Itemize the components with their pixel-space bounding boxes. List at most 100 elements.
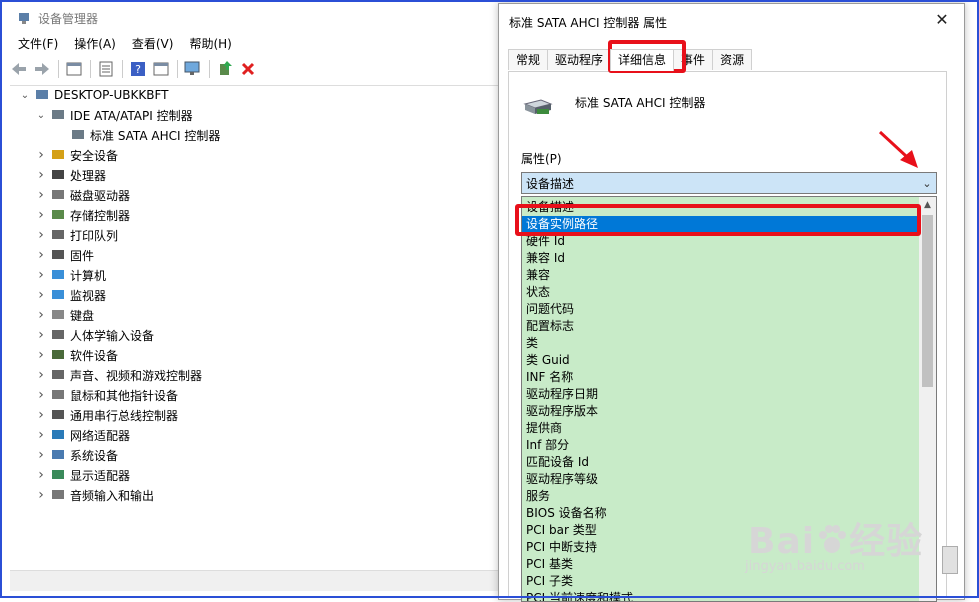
dropdown-option[interactable]: 类: [526, 335, 538, 352]
help-icon[interactable]: ?: [129, 60, 147, 78]
expand-arrow-icon[interactable]: ›: [34, 247, 48, 263]
collapse-arrow-icon[interactable]: ⌄: [18, 90, 32, 101]
dropdown-option[interactable]: 状态: [526, 284, 550, 301]
red-arrow-icon: [878, 130, 918, 168]
tree-node[interactable]: › 固件: [34, 245, 94, 265]
dropdown-option[interactable]: 问题代码: [526, 301, 574, 318]
scroll-up-icon[interactable]: ▲: [919, 197, 936, 214]
expand-arrow-icon[interactable]: ›: [34, 467, 48, 483]
expand-arrow-icon[interactable]: ›: [34, 267, 48, 283]
dropdown-option[interactable]: PCI 子类: [526, 573, 573, 590]
tree-node[interactable]: › 键盘: [34, 305, 94, 325]
toolbar-divider: [122, 60, 123, 78]
tree-node[interactable]: › 通用串行总线控制器: [34, 405, 178, 425]
expand-arrow-icon[interactable]: ›: [34, 447, 48, 463]
window-title-text: 设备管理器: [38, 11, 99, 26]
tree-node[interactable]: › 处理器: [34, 165, 106, 185]
tree-node[interactable]: 标准 SATA AHCI 控制器: [54, 125, 220, 145]
dropdown-option[interactable]: 匹配设备 Id: [526, 454, 589, 471]
tree-node[interactable]: › 软件设备: [34, 345, 118, 365]
menu-view[interactable]: 查看(V): [124, 34, 182, 54]
tree-node[interactable]: › 鼠标和其他指针设备: [34, 385, 178, 405]
partial-button[interactable]: [942, 546, 958, 574]
scan-hardware-icon[interactable]: [184, 60, 202, 78]
expand-arrow-icon[interactable]: ›: [34, 167, 48, 183]
uninstall-icon[interactable]: [239, 60, 257, 78]
view-icon[interactable]: [152, 60, 170, 78]
expand-arrow-icon[interactable]: ›: [34, 287, 48, 303]
expand-arrow-icon[interactable]: ›: [34, 307, 48, 323]
tree-node[interactable]: › 安全设备: [34, 145, 118, 165]
tree-node[interactable]: › 人体学输入设备: [34, 325, 154, 345]
properties-icon[interactable]: [97, 60, 115, 78]
tree-node[interactable]: ⌄ IDE ATA/ATAPI 控制器: [34, 105, 193, 125]
dropdown-option[interactable]: 兼容: [526, 267, 550, 284]
tree-node[interactable]: › 监视器: [34, 285, 106, 305]
tree-node[interactable]: › 计算机: [34, 265, 106, 285]
dropdown-option[interactable]: 驱动程序版本: [526, 403, 598, 420]
tree-node-label: 固件: [70, 248, 95, 263]
expand-arrow-icon[interactable]: ›: [34, 227, 48, 243]
dropdown-option[interactable]: Inf 部分: [526, 437, 569, 454]
close-icon[interactable]: ✕: [932, 10, 952, 30]
tree-node[interactable]: › 显示适配器: [34, 465, 130, 485]
dropdown-option[interactable]: 兼容 Id: [526, 250, 565, 267]
dropdown-option[interactable]: 类 Guid: [526, 352, 570, 369]
tree-node[interactable]: › 音频输入和输出: [34, 485, 154, 505]
tree-node[interactable]: › 打印队列: [34, 225, 118, 245]
dropdown-option[interactable]: INF 名称: [526, 369, 573, 386]
menu-help[interactable]: 帮助(H): [181, 34, 239, 54]
dropdown-option[interactable]: 配置标志: [526, 318, 574, 335]
scrollbar-thumb[interactable]: [922, 215, 933, 387]
expand-arrow-icon[interactable]: ›: [34, 187, 48, 203]
dropdown-option[interactable]: 提供商: [526, 420, 562, 437]
show-hide-tree-icon[interactable]: [65, 60, 83, 78]
tree-node-label: 打印队列: [70, 228, 119, 243]
tree-node-label: 处理器: [70, 168, 107, 183]
update-driver-icon[interactable]: [216, 60, 234, 78]
expand-arrow-icon[interactable]: ›: [34, 147, 48, 163]
tab-driver[interactable]: 驱动程序: [547, 49, 612, 70]
dropdown-option[interactable]: PCI bar 类型: [526, 522, 597, 539]
tab-general[interactable]: 常规: [508, 49, 549, 70]
dropdown-option[interactable]: 服务: [526, 488, 550, 505]
usb-icon: [52, 410, 64, 419]
tree-node[interactable]: › 系统设备: [34, 445, 118, 465]
menu-file[interactable]: 文件(F): [10, 34, 66, 54]
menu-action[interactable]: 操作(A): [66, 34, 124, 54]
expand-arrow-icon[interactable]: ›: [34, 407, 48, 423]
tree-node[interactable]: › 磁盘驱动器: [34, 185, 130, 205]
expand-arrow-icon[interactable]: ›: [34, 427, 48, 443]
tree-node-label: 声音、视频和游戏控制器: [70, 368, 203, 383]
tree-node[interactable]: ⌄ DESKTOP-UBKKBFT: [18, 85, 169, 105]
tab-details[interactable]: 详细信息: [610, 49, 675, 71]
property-select[interactable]: 设备描述 ⌄: [521, 172, 937, 194]
dropdown-option[interactable]: BIOS 设备名称: [526, 505, 607, 522]
controller-device-icon: [523, 99, 553, 114]
tree-node[interactable]: › 声音、视频和游戏控制器: [34, 365, 202, 385]
expand-arrow-icon[interactable]: ›: [34, 367, 48, 383]
expand-arrow-icon[interactable]: ›: [34, 327, 48, 343]
tree-node[interactable]: › 网络适配器: [34, 425, 130, 445]
collapse-arrow-icon[interactable]: ⌄: [34, 110, 48, 121]
expand-arrow-icon[interactable]: ›: [34, 487, 48, 503]
expand-arrow-icon[interactable]: ›: [34, 207, 48, 223]
expand-arrow-icon[interactable]: ›: [34, 387, 48, 403]
computer-icon: [36, 90, 48, 99]
tree-node[interactable]: › 存储控制器: [34, 205, 130, 225]
tab-resources[interactable]: 资源: [712, 49, 753, 70]
toolbar-divider: [177, 60, 178, 78]
tab-strip: 常规 驱动程序 详细信息 事件 资源: [508, 49, 753, 71]
back-icon[interactable]: [10, 60, 28, 78]
dropdown-option[interactable]: PCI 基类: [526, 556, 573, 573]
dropdown-option[interactable]: PCI 中断支持: [526, 539, 597, 556]
baidu-watermark: Bai 经验 jingyan.baidu.com: [745, 512, 923, 574]
toolbar: ?: [10, 57, 262, 81]
software-device-icon: [52, 350, 64, 359]
dropdown-option[interactable]: 驱动程序等级: [526, 471, 598, 488]
expand-arrow-icon[interactable]: ›: [34, 347, 48, 363]
properties-dialog: 标准 SATA AHCI 控制器 属性 ✕ 常规 驱动程序 详细信息 事件 资源…: [498, 3, 965, 602]
forward-icon[interactable]: [33, 60, 51, 78]
dropdown-option[interactable]: PCI 当前速度和模式: [526, 590, 633, 601]
dropdown-option[interactable]: 驱动程序日期: [526, 386, 598, 403]
